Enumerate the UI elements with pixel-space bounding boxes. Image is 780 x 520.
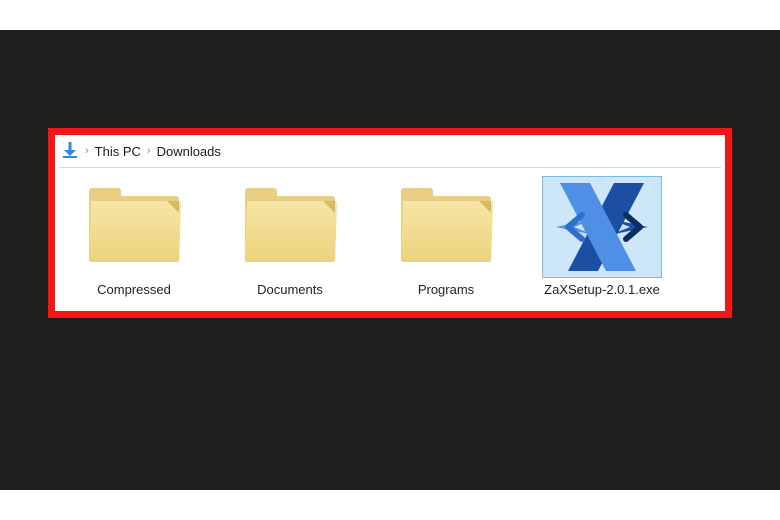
breadcrumb-part[interactable]: This PC — [95, 144, 141, 159]
item-label: ZaXSetup-2.0.1.exe — [544, 282, 660, 297]
folder-item-compressed[interactable]: Compressed — [65, 176, 203, 297]
icon-wrap — [542, 176, 662, 278]
breadcrumb[interactable]: › This PC › Downloads — [55, 135, 725, 167]
breadcrumb-part[interactable]: Downloads — [157, 144, 221, 159]
folder-icon — [401, 188, 491, 266]
item-label: Documents — [257, 282, 323, 297]
folder-item-programs[interactable]: Programs — [377, 176, 515, 297]
items-area: Compressed Documents Programs — [55, 168, 725, 297]
chevron-right-icon: › — [85, 145, 89, 157]
zax-app-icon — [552, 179, 652, 275]
download-arrow-icon — [61, 141, 79, 162]
icon-wrap — [230, 176, 350, 278]
item-label: Compressed — [97, 282, 171, 297]
icon-wrap — [74, 176, 194, 278]
explorer-window-highlighted: › This PC › Downloads Compressed — [48, 128, 732, 318]
icon-wrap — [386, 176, 506, 278]
chevron-right-icon: › — [147, 145, 151, 157]
file-item-zax-setup[interactable]: ZaXSetup-2.0.1.exe — [533, 176, 671, 297]
stage: › This PC › Downloads Compressed — [0, 0, 780, 520]
item-label: Programs — [418, 282, 474, 297]
folder-item-documents[interactable]: Documents — [221, 176, 359, 297]
folder-icon — [245, 188, 335, 266]
folder-icon — [89, 188, 179, 266]
